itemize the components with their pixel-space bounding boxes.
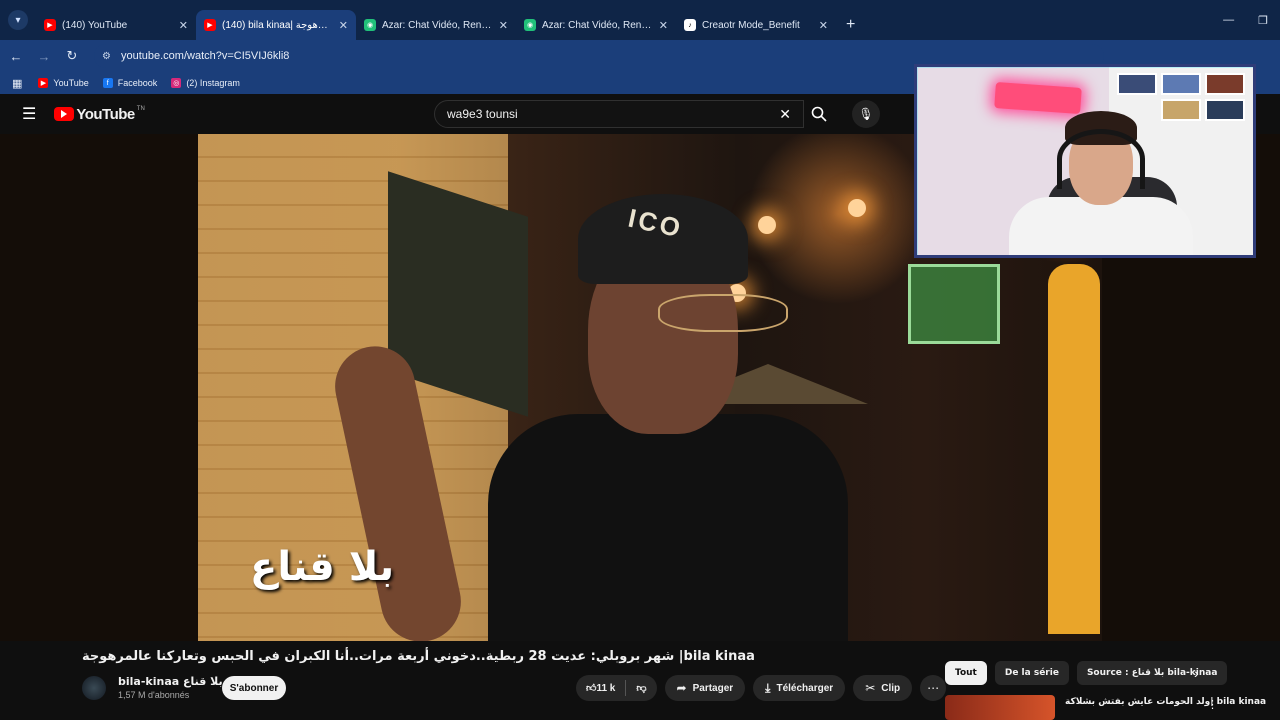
tab-title: Creaotr Mode_Benefit xyxy=(702,19,800,31)
tab-creator-mode[interactable]: ♪ Creaotr Mode_Benefit ✕ xyxy=(676,10,836,40)
tab-azar-2[interactable]: ◉ Azar: Chat Vidéo, Rencontrer de ✕ xyxy=(516,10,676,40)
close-icon[interactable]: ✕ xyxy=(499,19,508,32)
thumbs-up-icon: 👍︎ xyxy=(586,683,597,694)
like-button[interactable]: 👍︎ 11 k xyxy=(576,675,625,701)
video-info: شهر بروبلي: عديت 28 ربطية..دخوني أربعة م… xyxy=(0,641,1280,720)
thumbs-down-icon: 👎︎ xyxy=(636,683,647,694)
chip-source[interactable]: Source : بلا قناع bila-kinaa xyxy=(1076,661,1228,685)
search-value: wa9e3 tounsi xyxy=(447,107,518,121)
new-tab-button[interactable]: + xyxy=(846,16,855,34)
webcam-overlay xyxy=(914,64,1256,258)
chip-all[interactable]: Tout xyxy=(945,661,987,685)
youtube-play-icon xyxy=(54,107,75,121)
microphone-icon[interactable]: 🎙 xyxy=(852,100,880,128)
action-bar: 👍︎ 11 k 👎︎ ➦ Partager ⤓ Télécharger ✂ Clip ⋯ xyxy=(576,675,947,701)
led-strip xyxy=(917,67,1253,255)
search-input[interactable]: wa9e3 tounsi ✕ xyxy=(434,100,804,128)
channel-name-text: bila-kinaa بلا قناع xyxy=(118,675,223,688)
bookmark-instagram[interactable]: ◎ (2) Instagram xyxy=(171,78,240,88)
youtube-icon: ▶ xyxy=(38,78,49,88)
share-button[interactable]: ➦ Partager xyxy=(664,675,746,701)
share-label: Partager xyxy=(692,682,734,694)
url-text: youtube.com/watch?v=CI5VIJ6kli8 xyxy=(120,50,290,62)
channel-name[interactable]: bila-kinaa بلا قناع✓ xyxy=(118,675,236,688)
glasses xyxy=(658,294,788,332)
close-icon[interactable]: ✕ xyxy=(339,19,348,32)
forward-icon[interactable]: → xyxy=(32,49,56,64)
bookmark-facebook[interactable]: f Facebook xyxy=(102,78,158,88)
clear-search-icon[interactable]: ✕ xyxy=(779,106,791,123)
tab-search-icon[interactable]: ▾ xyxy=(8,10,28,30)
video-title: شهر بروبلي: عديت 28 ربطية..دخوني أربعة م… xyxy=(82,649,755,664)
reload-icon[interactable]: ↻ xyxy=(60,48,84,64)
tank-top xyxy=(488,414,848,641)
country-code: TN xyxy=(136,106,145,112)
tiktok-icon: ♪ xyxy=(684,19,696,31)
orange-banner xyxy=(1048,264,1100,634)
recommendation-filters: Tout De la série Source : بلا قناع bila-… xyxy=(945,661,1228,685)
avatar[interactable] xyxy=(82,675,106,700)
azar-icon: ◉ xyxy=(524,19,536,31)
tab-title: (140) YouTube xyxy=(62,19,128,31)
clip-button[interactable]: ✂ Clip xyxy=(853,675,913,701)
tab-youtube-home[interactable]: ▶ (140) YouTube ✕ xyxy=(36,10,196,40)
recommendation-item[interactable]: ولد الحومات عايش بفتش بشلاكة| bila kinaa… xyxy=(945,695,1266,720)
scissors-icon: ✂ xyxy=(865,681,876,695)
bookmark-label: (2) Instagram xyxy=(186,78,240,88)
youtube-logo[interactable]: YouTube TN xyxy=(54,105,145,123)
interviewee: ICO xyxy=(327,174,848,641)
window-controls: — ❐ xyxy=(1223,14,1268,27)
tab-title: (140) bila kinaa| تعاركنا عالمرهوجة xyxy=(222,19,333,31)
tab-title: Azar: Chat Vidéo, Rencontrer de xyxy=(542,19,653,31)
like-count: 11 k xyxy=(596,682,616,694)
subscribe-button[interactable]: S'abonner xyxy=(222,676,286,700)
youtube-icon: ▶ xyxy=(204,19,216,31)
street-lamp xyxy=(848,199,866,217)
apps-grid-icon[interactable]: ▦ xyxy=(12,77,22,90)
tab-azar-1[interactable]: ◉ Azar: Chat Vidéo, Rencontrer de ✕ xyxy=(356,10,516,40)
recommendation-thumbnail[interactable] xyxy=(945,695,1055,720)
tab-bila-kinaa[interactable]: ▶ (140) bila kinaa| تعاركنا عالمرهوجة ✕ xyxy=(196,10,356,40)
bookmark-youtube[interactable]: ▶ YouTube xyxy=(38,78,89,88)
channel-info[interactable]: bila-kinaa بلا قناع✓ 1,57 M d'abonnés xyxy=(82,675,236,700)
facebook-icon: f xyxy=(102,78,113,88)
youtube-icon: ▶ xyxy=(44,19,56,31)
back-icon[interactable]: ← xyxy=(4,49,28,64)
video-caption: بلا قناع xyxy=(250,544,395,590)
download-icon: ⤓ xyxy=(765,680,771,695)
tab-title: Azar: Chat Vidéo, Rencontrer de xyxy=(382,19,493,31)
chevron-right-icon[interactable]: › xyxy=(1194,665,1199,681)
close-icon[interactable]: ✕ xyxy=(819,19,828,32)
download-label: Télécharger xyxy=(776,682,834,694)
close-icon[interactable]: ✕ xyxy=(179,19,188,32)
maximize-icon[interactable]: ❐ xyxy=(1258,14,1268,27)
subscriber-count: 1,57 M d'abonnés xyxy=(118,690,190,700)
close-icon[interactable]: ✕ xyxy=(659,19,668,32)
dislike-button[interactable]: 👎︎ xyxy=(626,675,656,701)
youtube-wordmark: YouTube xyxy=(76,105,135,123)
instagram-icon: ◎ xyxy=(171,78,182,88)
like-dislike-group: 👍︎ 11 k 👎︎ xyxy=(576,675,657,701)
site-info-icon[interactable]: ⚙ xyxy=(102,51,111,62)
more-actions-icon[interactable]: ⋯ xyxy=(920,675,947,701)
pharmacy-sign xyxy=(908,264,1000,344)
menu-icon[interactable]: ☰ xyxy=(22,104,36,124)
clip-label: Clip xyxy=(881,682,901,694)
more-vert-icon[interactable]: ⋮ xyxy=(1207,698,1218,711)
browser-tab-strip: ▾ ▶ (140) YouTube ✕ ▶ (140) bila kinaa| … xyxy=(0,0,1280,40)
chip-series[interactable]: De la série xyxy=(994,661,1069,685)
azar-icon: ◉ xyxy=(364,19,376,31)
search-icon[interactable] xyxy=(804,100,834,128)
download-button[interactable]: ⤓ Télécharger xyxy=(753,675,846,701)
bookmark-label: Facebook xyxy=(117,78,158,88)
bookmark-label: YouTube xyxy=(53,78,89,88)
share-icon: ➦ xyxy=(676,681,687,695)
minimize-icon[interactable]: — xyxy=(1223,14,1234,27)
recommendation-title[interactable]: ولد الحومات عايش بفتش بشلاكة| bila kinaa xyxy=(1065,695,1266,720)
